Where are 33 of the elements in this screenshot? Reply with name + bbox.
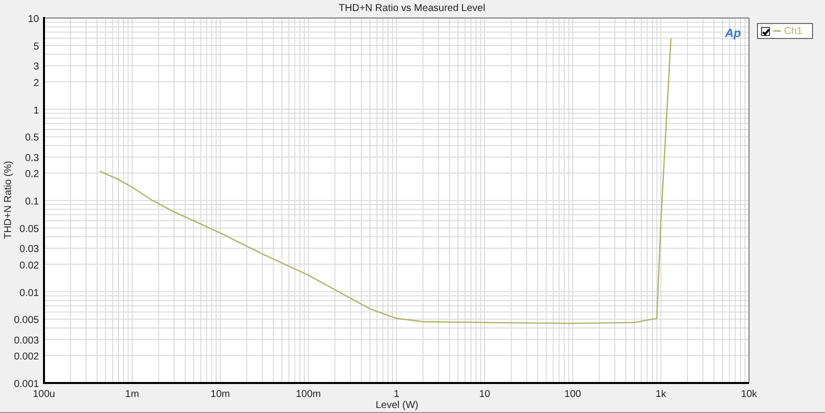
chart-title: THD+N Ratio vs Measured Level	[338, 3, 486, 14]
tick-label: 1	[394, 389, 400, 400]
axis-title: THD+N Ratio (%)	[3, 160, 14, 240]
tick-label: 1k	[656, 389, 666, 400]
legend-label: Ch1	[784, 26, 802, 36]
tick-label: 10k	[740, 389, 758, 400]
tick-label: 5	[33, 41, 39, 52]
tick-label: 0.005	[14, 315, 39, 326]
tick-label: 0.3	[25, 152, 39, 164]
tick-label: 10m	[210, 389, 230, 400]
line-swatch-icon	[773, 29, 781, 33]
tick-label: 0.02	[20, 260, 39, 272]
tick-label: 1m	[125, 389, 140, 400]
tick-label: 0.003	[14, 335, 39, 346]
tick-label: 0.2	[25, 169, 39, 180]
tick-label: 0.01	[20, 288, 39, 299]
tick-label: 1	[33, 105, 39, 116]
tick-label: 10	[28, 14, 39, 25]
tick-label: 0.03	[20, 244, 39, 256]
tick-label: 0.1	[25, 196, 39, 208]
tick-label: 10	[479, 389, 490, 400]
tick-label: 0.5	[25, 132, 39, 144]
tick-label: 0.001	[14, 379, 39, 390]
tick-label: 0.002	[14, 352, 39, 363]
checkbox[interactable]	[761, 26, 770, 36]
tick-label: 3	[33, 62, 39, 73]
tick-label: 100	[564, 389, 582, 400]
tick-label: 100m	[296, 389, 321, 400]
axis-title: Level (W)	[376, 400, 418, 411]
logo: Ap	[725, 26, 741, 40]
tick-label: 2	[33, 78, 39, 89]
tick-label: 0.05	[20, 224, 39, 235]
tick-label: 100u	[32, 389, 56, 400]
